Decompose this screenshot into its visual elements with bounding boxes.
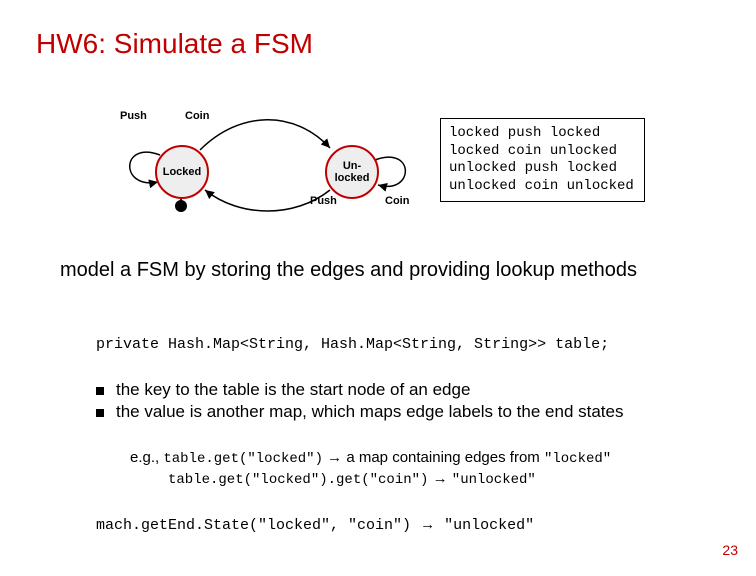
bullet-2: the value is another map, which maps edg… — [96, 402, 706, 422]
edge-label-push-bottom: Push — [310, 195, 337, 207]
body-text: model a FSM by storing the edges and pro… — [60, 258, 700, 283]
edge-label-coin-self: Coin — [385, 195, 409, 207]
state-unlocked: Un- locked — [325, 145, 379, 199]
page-number: 23 — [722, 542, 738, 558]
state-locked: Locked — [155, 145, 209, 199]
fsm-edges — [100, 100, 430, 220]
bullet-1: the key to the table is the start node o… — [96, 380, 706, 400]
bullet-list: the key to the table is the start node o… — [96, 380, 706, 424]
slide-title: HW6: Simulate a FSM — [36, 28, 313, 60]
start-marker — [175, 200, 187, 212]
edge-label-coin-top: Coin — [185, 110, 209, 122]
transitions-box: locked push locked locked coin unlocked … — [440, 118, 645, 202]
bullet-icon — [96, 387, 104, 395]
method-call: mach.getEnd.State("locked", "coin") → "u… — [96, 516, 534, 534]
example-block: e.g., table.get("locked") → a map contai… — [130, 448, 710, 490]
bullet-icon — [96, 409, 104, 417]
edge-label-push-self: Push — [120, 110, 147, 122]
fsm-diagram: Locked Un- locked Push Coin Push Coin — [100, 100, 430, 220]
code-declaration: private Hash.Map<String, Hash.Map<String… — [96, 336, 609, 353]
